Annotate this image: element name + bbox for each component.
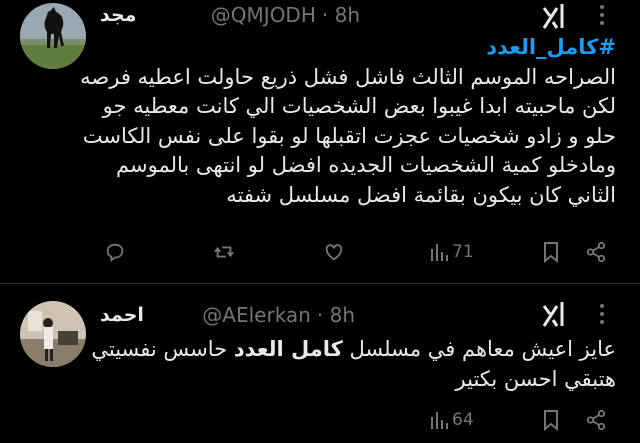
author-name[interactable]: مجد bbox=[100, 4, 136, 26]
author-name[interactable]: احمد bbox=[100, 304, 144, 326]
retweet-icon bbox=[214, 246, 234, 258]
tweet-header: @QMJODH · 8h bbox=[211, 0, 360, 30]
tweet-actions: 71 bbox=[0, 241, 640, 271]
tweet-actions: 64 bbox=[0, 409, 640, 439]
tweet-line: حلو و زادو شخصيات عجزت اتقبلها لو بقوا ع… bbox=[82, 123, 616, 148]
text-segment: عايز اعيش معاهم في مسلسل bbox=[342, 337, 616, 361]
share-icon bbox=[586, 409, 606, 431]
tweet-handle[interactable]: @AElerkan bbox=[202, 303, 311, 327]
tweet-time[interactable]: · 8h bbox=[317, 303, 355, 327]
tweet-line: الصراحه الموسم الثالث فاشل فشل ذريع حاول… bbox=[80, 64, 616, 89]
horse-silhouette-avatar-icon bbox=[20, 3, 86, 69]
tweet-line: لكن ماحبيته ابدا غيبوا بعض الشخصيات الي … bbox=[102, 94, 616, 119]
tweet-2[interactable]: @AElerkan · 8h احمد عايز اعيش معاهم في م… bbox=[0, 284, 640, 443]
more-options-icon[interactable] bbox=[598, 303, 606, 328]
like-icon bbox=[325, 244, 343, 261]
views-button[interactable]: 64 bbox=[430, 409, 474, 431]
reply-button[interactable] bbox=[104, 241, 126, 263]
tweet-handle[interactable]: @QMJODH bbox=[211, 3, 316, 27]
bookmark-button[interactable] bbox=[542, 409, 560, 431]
more-options-icon[interactable] bbox=[598, 4, 606, 29]
tweet-line: هتبقي احسن بكتير bbox=[455, 366, 616, 391]
grok-icon[interactable] bbox=[540, 2, 572, 32]
tweet-author: احمد bbox=[100, 300, 144, 330]
views-icon bbox=[431, 244, 448, 261]
retweet-button[interactable] bbox=[212, 241, 236, 263]
like-button[interactable] bbox=[323, 241, 345, 263]
tweet-line: الثاني كان بيكون بقائمة افضل مسلسل شفته bbox=[226, 182, 616, 207]
share-button[interactable] bbox=[585, 241, 607, 263]
share-button[interactable] bbox=[585, 409, 607, 431]
bold-text: كامل العدد bbox=[233, 337, 343, 361]
views-count: 71 bbox=[452, 242, 474, 262]
bookmark-icon bbox=[544, 410, 558, 431]
bookmark-button[interactable] bbox=[542, 241, 560, 263]
tweet-1[interactable]: @QMJODH · 8h مجد #كامل_العدد الصراحه الم… bbox=[0, 0, 640, 283]
tweet-header: @AElerkan · 8h bbox=[202, 300, 355, 330]
tweet-text: #كامل_العدد الصراحه الموسم الثالث فاشل ف… bbox=[80, 33, 616, 211]
tweet-text: عايز اعيش معاهم في مسلسل كامل العدد حاسس… bbox=[91, 335, 616, 394]
hashtag-link[interactable]: #كامل_العدد bbox=[80, 33, 616, 63]
text-segment: حاسس نفسيتي bbox=[91, 337, 234, 361]
tweet-line: ومادخلو كمية الشخصيات الجديده افضل لو ان… bbox=[116, 153, 616, 178]
avatar[interactable] bbox=[20, 3, 86, 69]
tweet-author: مجد bbox=[100, 0, 136, 30]
room-photo-avatar-icon bbox=[20, 301, 86, 367]
avatar[interactable] bbox=[20, 301, 86, 367]
grok-icon[interactable] bbox=[540, 300, 572, 330]
share-icon bbox=[586, 241, 606, 263]
reply-icon bbox=[106, 243, 124, 263]
views-button[interactable]: 71 bbox=[430, 241, 474, 263]
bookmark-icon bbox=[544, 242, 558, 263]
views-count: 64 bbox=[452, 410, 474, 430]
views-icon bbox=[431, 412, 448, 429]
tweet-line: عايز اعيش معاهم في مسلسل كامل العدد حاسس… bbox=[91, 335, 616, 365]
tweet-time[interactable]: · 8h bbox=[322, 3, 360, 27]
